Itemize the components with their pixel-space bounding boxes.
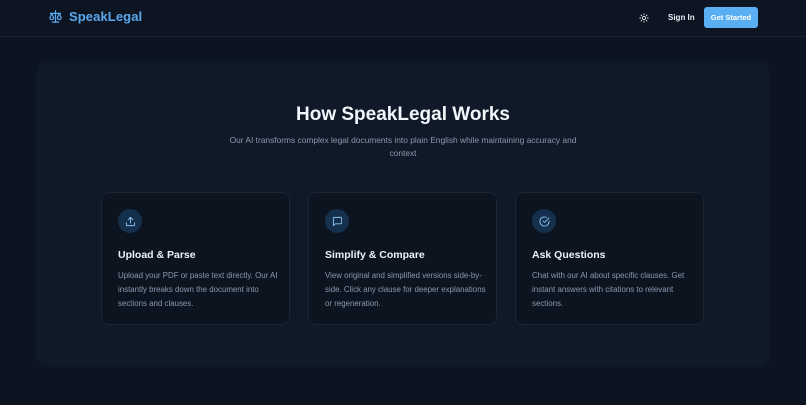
theme-toggle-button[interactable] xyxy=(636,10,652,26)
message-square-icon-badge xyxy=(325,209,349,233)
card-description: Upload your PDF or paste text directly. … xyxy=(118,271,278,308)
card-title: Upload & Parse xyxy=(118,249,196,261)
upload-icon-badge xyxy=(118,209,142,233)
feature-card-upload: Upload & Parse Upload your PDF or paste … xyxy=(101,192,290,325)
get-started-button[interactable]: Get Started xyxy=(704,7,758,28)
sun-icon xyxy=(639,13,649,23)
card-description: View original and simplified versions si… xyxy=(325,271,486,308)
feature-card-ask: Ask Questions Chat with our AI about spe… xyxy=(515,192,704,325)
brand-name: SpeakLegal xyxy=(69,9,143,24)
message-square-icon xyxy=(332,216,342,226)
how-it-works-section: How SpeakLegal Works Our AI transforms c… xyxy=(36,61,770,367)
top-navbar: SpeakLegal Sign In Get Started xyxy=(0,0,806,37)
scale-icon xyxy=(49,10,62,23)
section-subtitle: Our AI transforms complex legal document… xyxy=(229,135,577,158)
check-circle-icon xyxy=(539,215,550,227)
section-title: How SpeakLegal Works xyxy=(296,104,510,125)
brand-logo[interactable]: SpeakLegal xyxy=(48,9,142,24)
sign-in-link[interactable]: Sign In xyxy=(662,10,701,26)
check-circle-icon-badge xyxy=(532,209,556,233)
upload-icon xyxy=(125,216,135,226)
card-description: Chat with our AI about specific clauses.… xyxy=(532,271,685,308)
card-title: Ask Questions xyxy=(532,249,606,261)
card-title: Simplify & Compare xyxy=(325,249,425,261)
feature-card-simplify: Simplify & Compare View original and sim… xyxy=(308,192,497,325)
